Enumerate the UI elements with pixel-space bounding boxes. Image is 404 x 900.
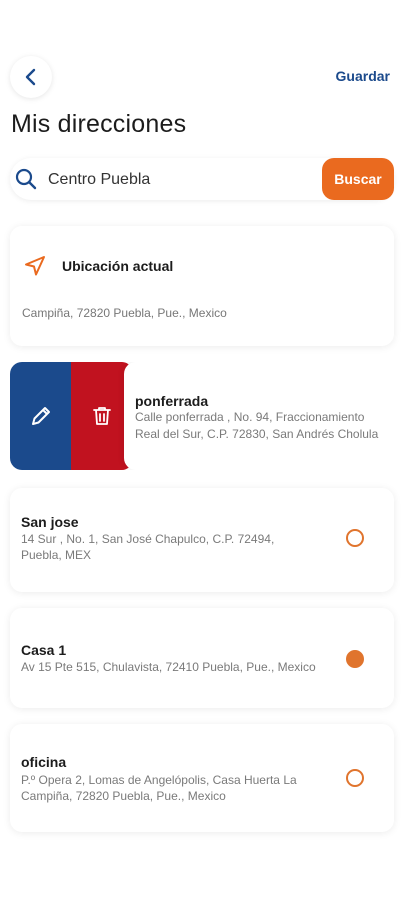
address-line: Campiña, 72820 Puebla, Pue., Mexico <box>21 789 226 803</box>
swiped-address-card: ponferrada Calle ponferrada , No. 94, Fr… <box>10 362 404 470</box>
address-radio-selected[interactable] <box>346 650 364 668</box>
current-location-label: Ubicación actual <box>62 258 174 274</box>
address-line: Real del Sur, C.P. 72830, San Andrés Cho… <box>135 427 379 441</box>
address-line: 14 Sur , No. 1, San José Chapulco, C.P. … <box>21 532 275 546</box>
address-radio[interactable] <box>346 529 364 547</box>
address-line: P.º Opera 2, Lomas de Angelópolis, Casa … <box>21 773 297 787</box>
address-card[interactable]: Casa 1 Av 15 Pte 515, Chulavista, 72410 … <box>10 608 394 708</box>
trash-icon <box>92 407 111 425</box>
edit-address-button[interactable] <box>10 362 71 470</box>
address-peek-text: Campiña, 72820 Puebla, Pue., Mexico <box>22 306 227 320</box>
address-line: Puebla, MEX <box>21 548 92 562</box>
search-input[interactable] <box>46 168 310 192</box>
pencil-icon <box>31 407 50 425</box>
save-button[interactable]: Guardar <box>336 68 390 84</box>
address-card[interactable]: oficina P.º Opera 2, Lomas de Angelópoli… <box>10 724 394 832</box>
page-title: Mis direcciones <box>11 110 187 138</box>
address-name: San jose <box>21 514 79 530</box>
chevron-left-icon <box>25 68 36 86</box>
search-bar: Buscar <box>10 158 394 200</box>
current-location-button[interactable]: Ubicación actual <box>10 226 394 304</box>
search-icon <box>15 168 37 190</box>
address-name: Casa 1 <box>21 642 67 658</box>
address-line: Calle ponferrada , No. 94, Fraccionamien… <box>135 410 365 424</box>
current-location-card: Campiña, 72820 Puebla, Pue., Mexico Ubic… <box>10 226 394 346</box>
swiped-address-content[interactable]: ponferrada Calle ponferrada , No. 94, Fr… <box>124 362 404 470</box>
address-name: oficina <box>21 754 67 770</box>
search-button[interactable]: Buscar <box>322 158 394 200</box>
address-line: Av 15 Pte 515, Chulavista, 72410 Puebla,… <box>21 660 316 674</box>
navigation-arrow-icon <box>25 256 45 276</box>
address-name: ponferrada <box>135 393 209 409</box>
address-card[interactable]: San jose 14 Sur , No. 1, San José Chapul… <box>10 488 394 592</box>
address-radio[interactable] <box>346 769 364 787</box>
delete-address-button[interactable] <box>71 362 132 470</box>
back-button[interactable] <box>10 56 52 98</box>
